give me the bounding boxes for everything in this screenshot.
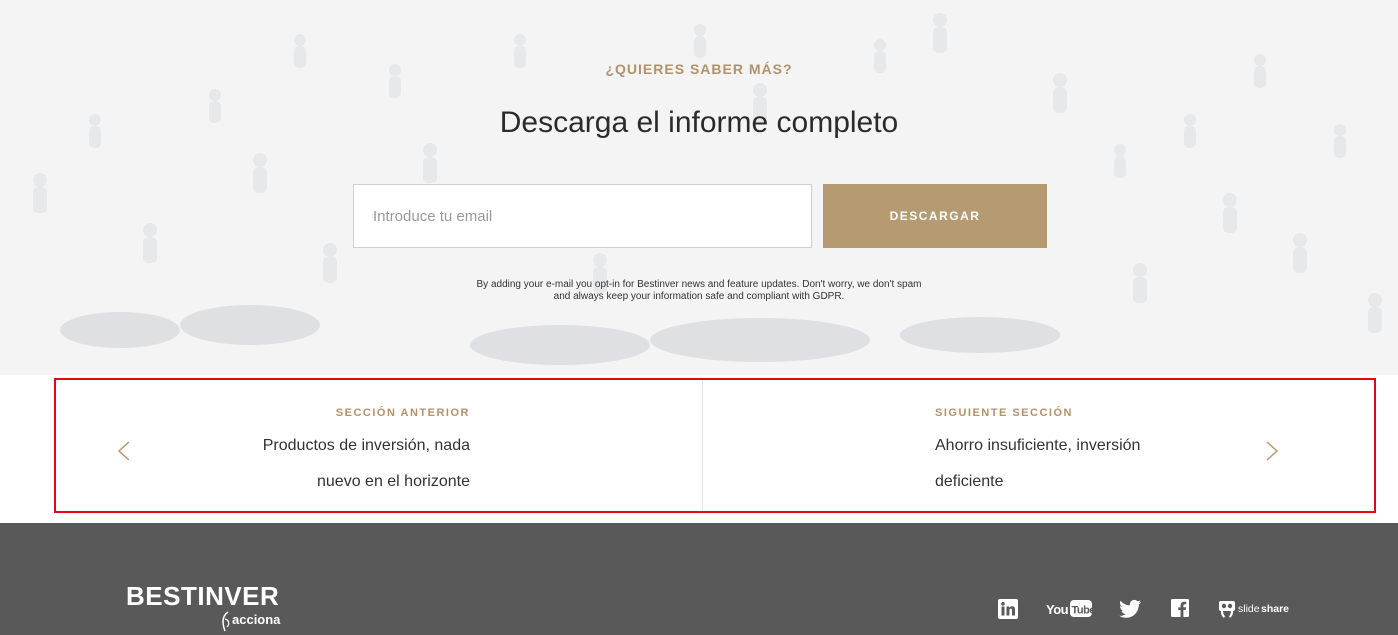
svg-text:slide: slide — [1238, 603, 1260, 615]
site-footer: BESTINVER acciona You Tube — [0, 523, 1398, 635]
acciona-mark: acciona — [220, 611, 290, 632]
svg-text:Tube: Tube — [1072, 605, 1093, 617]
facebook-icon — [1171, 599, 1189, 618]
youtube-icon: You Tube — [1046, 600, 1096, 617]
youtube-link[interactable]: You Tube — [1046, 599, 1096, 619]
hero-eyebrow: ¿QUIERES SABER MÁS? — [605, 61, 793, 77]
email-input[interactable] — [353, 184, 812, 248]
download-button[interactable]: DESCARGAR — [823, 184, 1047, 248]
twitter-icon — [1119, 599, 1141, 618]
chevron-left-icon — [117, 441, 130, 461]
download-hero: ¿QUIERES SABER MÁS? Descarga el informe … — [0, 0, 1398, 375]
gdpr-notice: By adding your e-mail you opt-in for Bes… — [449, 279, 949, 303]
next-section-link[interactable]: SIGUIENTE SECCIÓN Ahorro insuficiente, i… — [703, 380, 1374, 511]
linkedin-link[interactable] — [998, 599, 1018, 619]
previous-section-link[interactable]: SECCIÓN ANTERIOR Productos de inversión,… — [56, 380, 702, 511]
next-section-title: Ahorro insuficiente, inversión deficient… — [935, 437, 1141, 490]
previous-section-label: SECCIÓN ANTERIOR — [335, 407, 470, 419]
chevron-right-icon — [1266, 441, 1279, 461]
brand-wordmark: BESTINVER — [126, 581, 280, 611]
hero-content: ¿QUIERES SABER MÁS? Descarga el informe … — [0, 0, 1398, 375]
hero-title: Descarga el informe completo — [499, 106, 899, 139]
slideshare-icon: slide share — [1219, 601, 1289, 618]
bestinver-logo[interactable]: BESTINVER acciona — [126, 581, 296, 635]
slideshare-link[interactable]: slide share — [1219, 599, 1291, 619]
twitter-link[interactable] — [1119, 599, 1141, 619]
acciona-label: acciona — [232, 612, 281, 627]
facebook-link[interactable] — [1171, 599, 1189, 619]
acciona-leaf-icon — [222, 611, 230, 632]
section-navigation: SECCIÓN ANTERIOR Productos de inversión,… — [54, 378, 1376, 513]
svg-text:share: share — [1261, 603, 1289, 615]
svg-text:You: You — [1046, 602, 1069, 617]
gdpr-notice-line-2: and always keep your information safe an… — [553, 291, 845, 302]
next-section-label: SIGUIENTE SECCIÓN — [935, 407, 1073, 419]
gdpr-notice-line-1: By adding your e-mail you opt-in for Bes… — [476, 279, 922, 290]
linkedin-icon — [998, 599, 1018, 619]
previous-section-title: Productos de inversión, nada nuevo en el… — [262, 437, 470, 490]
